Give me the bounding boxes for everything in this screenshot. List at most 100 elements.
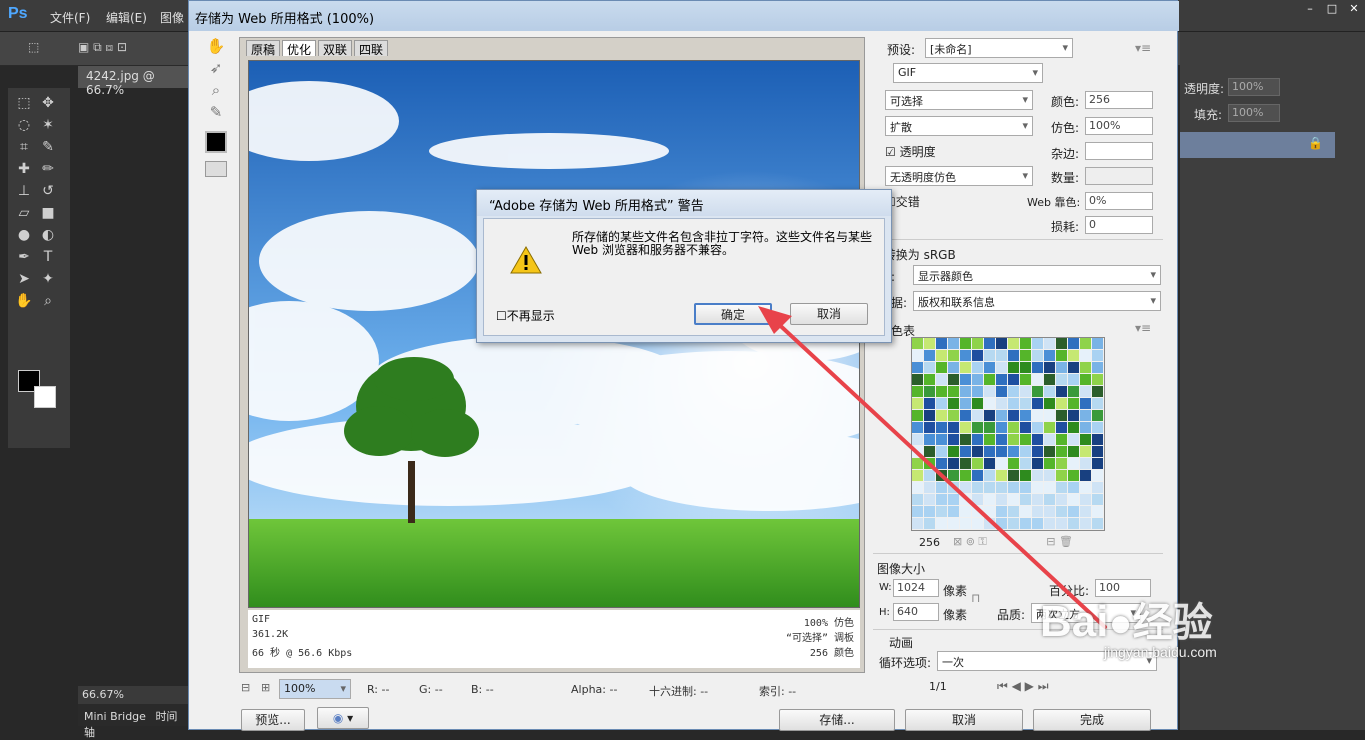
color-swatch[interactable]	[1044, 398, 1055, 409]
color-swatch[interactable]	[1056, 410, 1067, 421]
color-swatch[interactable]	[1008, 482, 1019, 493]
color-swatch[interactable]	[1020, 350, 1031, 361]
color-swatch[interactable]	[996, 494, 1007, 505]
history-brush-icon[interactable]: ↺	[36, 180, 60, 202]
color-swatch[interactable]	[1008, 386, 1019, 397]
color-swatch[interactable]	[1056, 350, 1067, 361]
color-swatch[interactable]	[912, 398, 923, 409]
color-swatch[interactable]	[936, 362, 947, 373]
color-swatch[interactable]	[924, 350, 935, 361]
color-swatch[interactable]	[1068, 434, 1079, 445]
color-swatch[interactable]	[948, 434, 959, 445]
color-swatch[interactable]	[912, 422, 923, 433]
preview-select[interactable]: 显示器颜色	[913, 265, 1161, 285]
color-swatch[interactable]	[1020, 446, 1031, 457]
colors-input[interactable]: 256	[1085, 91, 1153, 109]
trans-dither-select[interactable]: 无透明度仿色	[885, 166, 1033, 186]
color-swatch[interactable]	[972, 482, 983, 493]
color-swatch[interactable]	[1080, 494, 1091, 505]
color-swatch[interactable]	[1092, 434, 1103, 445]
color-swatch[interactable]	[912, 350, 923, 361]
color-swatch[interactable]	[1092, 410, 1103, 421]
zoom-tool-icon[interactable]: ⌕	[36, 290, 60, 312]
color-swatch[interactable]	[1068, 446, 1079, 457]
color-swatch[interactable]	[972, 410, 983, 421]
color-swatch[interactable]	[1056, 398, 1067, 409]
color-swatch[interactable]	[960, 446, 971, 457]
color-swatch[interactable]	[960, 410, 971, 421]
color-swatch[interactable]	[1008, 470, 1019, 481]
color-swatch[interactable]	[1032, 446, 1043, 457]
color-swatch[interactable]	[1056, 494, 1067, 505]
zoom-tool-icon[interactable]: ⌕	[199, 79, 233, 101]
color-swatch[interactable]	[1008, 374, 1019, 385]
color-swatch[interactable]	[1080, 518, 1091, 529]
color-swatch[interactable]	[1044, 362, 1055, 373]
color-swatch[interactable]	[1008, 410, 1019, 421]
color-swatch[interactable]	[1020, 470, 1031, 481]
color-swatch[interactable]	[984, 518, 995, 529]
opacity-input[interactable]: 100%	[1228, 78, 1280, 96]
color-swatch[interactable]	[1044, 518, 1055, 529]
color-swatch[interactable]	[924, 458, 935, 469]
color-swatch[interactable]	[1080, 350, 1091, 361]
matte-select[interactable]	[1085, 142, 1153, 160]
color-swatch[interactable]	[1068, 386, 1079, 397]
color-swatch[interactable]	[948, 350, 959, 361]
color-swatch[interactable]	[924, 386, 935, 397]
color-swatch[interactable]	[996, 470, 1007, 481]
color-swatch[interactable]	[936, 374, 947, 385]
color-table-menu-icon[interactable]: ▾≡	[1135, 321, 1151, 335]
color-swatch[interactable]	[1080, 338, 1091, 349]
color-swatch[interactable]	[924, 446, 935, 457]
color-swatch[interactable]	[936, 398, 947, 409]
color-swatch[interactable]	[1008, 506, 1019, 517]
color-swatch[interactable]	[972, 518, 983, 529]
menu-edit[interactable]: 编辑(E)	[106, 9, 147, 26]
color-swatch[interactable]	[912, 434, 923, 445]
color-swatch[interactable]	[1008, 494, 1019, 505]
hand-tool-icon[interactable]: ✋	[199, 35, 233, 57]
color-swatch[interactable]	[1032, 494, 1043, 505]
color-swatch[interactable]	[1092, 470, 1103, 481]
color-swatch[interactable]	[1080, 506, 1091, 517]
panel-menu-icon[interactable]: ▾≡	[1135, 41, 1151, 55]
color-swatch[interactable]	[1020, 410, 1031, 421]
color-swatch[interactable]	[996, 398, 1007, 409]
slice-select-icon[interactable]: ➶	[199, 57, 233, 79]
color-swatch[interactable]	[996, 338, 1007, 349]
color-swatch[interactable]	[924, 506, 935, 517]
color-swatch[interactable]	[1020, 482, 1031, 493]
color-swatch[interactable]	[948, 458, 959, 469]
color-swatch[interactable]	[936, 386, 947, 397]
color-swatch[interactable]	[984, 362, 995, 373]
color-swatch[interactable]	[948, 470, 959, 481]
color-swatch[interactable]	[996, 518, 1007, 529]
color-swatch[interactable]	[996, 350, 1007, 361]
link-icon[interactable]: ⊓	[971, 591, 980, 605]
zoom-in-icon[interactable]: ⊞	[261, 681, 270, 694]
color-swatch[interactable]	[972, 362, 983, 373]
color-swatch[interactable]	[912, 338, 923, 349]
color-swatch[interactable]	[1044, 458, 1055, 469]
color-swatch[interactable]	[948, 506, 959, 517]
eyedropper-tool-icon[interactable]: ✎	[36, 136, 60, 158]
cancel-button[interactable]: 取消	[905, 709, 1023, 731]
color-swatch[interactable]	[960, 338, 971, 349]
tab-4up[interactable]: 四联	[354, 40, 389, 57]
color-swatch[interactable]	[1032, 434, 1043, 445]
color-swatch[interactable]	[1056, 458, 1067, 469]
color-swatch[interactable]	[972, 386, 983, 397]
color-swatch[interactable]	[972, 446, 983, 457]
color-swatch[interactable]	[924, 482, 935, 493]
color-swatch[interactable]	[1068, 410, 1079, 421]
color-swatch[interactable]	[1068, 350, 1079, 361]
color-swatch[interactable]	[984, 338, 995, 349]
color-swatch[interactable]	[1092, 362, 1103, 373]
magic-wand-icon[interactable]: ✶	[36, 114, 60, 136]
color-swatch[interactable]	[912, 446, 923, 457]
color-swatch[interactable]	[1080, 374, 1091, 385]
color-swatch[interactable]	[1056, 386, 1067, 397]
color-swatch[interactable]	[1020, 362, 1031, 373]
color-swatch[interactable]	[1068, 362, 1079, 373]
